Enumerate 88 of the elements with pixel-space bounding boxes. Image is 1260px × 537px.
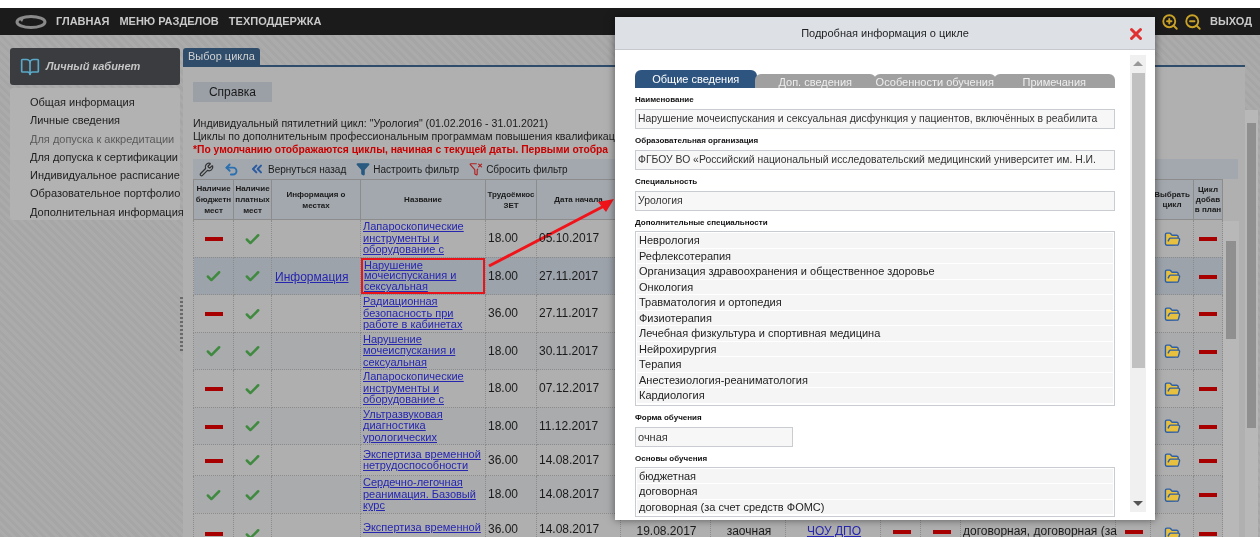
- filter-icon: [356, 162, 371, 176]
- folder-icon[interactable]: [1163, 230, 1181, 248]
- date-text: 14.08.2017: [539, 521, 600, 536]
- folder-icon[interactable]: [1163, 268, 1181, 286]
- filter-reset-icon: [469, 162, 484, 176]
- date-text: 11.12.2017: [539, 418, 599, 433]
- folder-icon[interactable]: [1163, 343, 1181, 361]
- folder-icon[interactable]: [1163, 486, 1181, 504]
- date-text: 30.11.2017: [539, 343, 599, 358]
- warning-text: *По умолчанию отображаются циклы, начиная с текущей даты. Первыми отобра: [193, 143, 609, 156]
- zoom-in-icon[interactable]: [1161, 12, 1179, 31]
- field-label: Наименование: [635, 94, 695, 106]
- hours-text: 18.00: [488, 418, 519, 433]
- list-item[interactable]: Неврология: [637, 233, 1113, 249]
- list-item[interactable]: Терапия: [637, 357, 1113, 373]
- sidebar-item[interactable]: Личные сведения: [30, 111, 180, 130]
- field-label: Образовательная организация: [635, 135, 760, 147]
- date-text: 14.08.2017: [539, 453, 600, 468]
- list-item[interactable]: Организация здравоохранения и общественное здоровье: [637, 264, 1113, 280]
- undo-icon[interactable]: [224, 161, 239, 177]
- column-header: Наличие платных мест: [233, 179, 272, 220]
- nav-link[interactable]: ГЛАВНАЯ: [56, 13, 110, 30]
- tab[interactable]: Выбор цикла: [183, 48, 260, 65]
- date-text: 07.12.2017: [539, 381, 600, 396]
- hours-text: 18.00: [488, 343, 519, 358]
- text-field[interactable]: Урология: [635, 191, 1115, 211]
- tab[interactable]: Общие сведения: [635, 70, 757, 88]
- scrollbar[interactable]: [1223, 221, 1239, 537]
- scrollbar[interactable]: [1245, 110, 1258, 537]
- date-text: 14.08.2017: [539, 487, 600, 502]
- folder-icon[interactable]: [1163, 305, 1181, 323]
- date-text: 27.11.2017: [539, 306, 599, 321]
- list-item[interactable]: договорная: [637, 484, 1113, 500]
- field-label: Специальность: [635, 176, 699, 188]
- sidebar-item[interactable]: Образовательное портфолио: [30, 184, 180, 203]
- scrollbar[interactable]: [1130, 55, 1146, 512]
- list-item[interactable]: бюджетная: [637, 468, 1113, 484]
- table-cell-text: заочная: [726, 523, 772, 537]
- list-item[interactable]: Лечебная физкультура и спортивная медицина: [637, 326, 1113, 342]
- scroll-down-icon[interactable]: [1133, 501, 1143, 506]
- hours-text: 36.00: [488, 521, 519, 536]
- column-header: Название: [360, 179, 486, 220]
- hours-text: 18.00: [488, 231, 519, 246]
- info-text: Циклы по дополнительным профессиональным программам повышения квалификац: [193, 130, 615, 143]
- hours-text: 18.00: [488, 381, 519, 396]
- folder-icon[interactable]: [1163, 418, 1181, 436]
- sidebar-item[interactable]: Общая информация: [30, 93, 180, 112]
- nav-link[interactable]: МЕНЮ РАЗДЕЛОВ: [119, 13, 219, 30]
- toolbar-button[interactable]: Вернуться назад: [249, 161, 347, 177]
- text-field[interactable]: Нарушение мочеиспускания и сексуальная дисфункция у пациентов, включённых в реабилита: [635, 109, 1115, 129]
- sidebar-title: Личный кабинет: [46, 59, 141, 75]
- hours-text: 18.00: [488, 268, 519, 283]
- column-header: Трудоёмкос ЗЕТ: [485, 179, 537, 220]
- sidebar-item[interactable]: Для допуска к сертификации: [30, 147, 180, 167]
- close-icon[interactable]: [1127, 25, 1145, 43]
- hours-text: 36.00: [488, 453, 519, 468]
- table-cell-text: 19.08.2017: [636, 523, 697, 537]
- nav-link[interactable]: ТЕХПОДДЕРЖКА: [228, 13, 322, 30]
- date-text: 27.11.2017: [539, 268, 599, 283]
- logo-icon: [15, 14, 47, 29]
- toolbar-button[interactable]: Настроить фильтр: [356, 161, 460, 177]
- field-label: Дополнительные специальности: [635, 217, 769, 229]
- list-item[interactable]: Травматология и ортопедия: [637, 295, 1113, 311]
- table-cell-text: договорная, договорная (за: [963, 523, 1117, 537]
- book-icon: [20, 56, 40, 77]
- tools-icon[interactable]: [199, 161, 214, 177]
- help-button[interactable]: Справка: [193, 82, 272, 102]
- column-header: Информация о местах: [271, 179, 361, 220]
- zoom-out-icon[interactable]: [1184, 12, 1202, 31]
- toolbar-button[interactable]: Сбросить фильтр: [469, 161, 568, 177]
- hours-text: 18.00: [488, 487, 519, 502]
- splitter-handle[interactable]: [180, 296, 183, 351]
- date-text: 05.10.2017: [539, 231, 600, 246]
- dialog-title: Подробная информация о цикле: [801, 25, 969, 41]
- column-header: Цикл добав в план: [1193, 179, 1223, 220]
- list-item[interactable]: Кардиология: [637, 388, 1113, 404]
- column-header: Наличие бюджетн мест: [193, 179, 234, 220]
- hours-text: 36.00: [488, 306, 519, 321]
- field-label: Форма обучения: [635, 411, 703, 424]
- text-field[interactable]: ФГБОУ ВО «Российский национальный исследовательский медицинский университет им. Н.И.: [635, 150, 1115, 170]
- field-label: Основы обучения: [635, 452, 709, 465]
- folder-icon[interactable]: [1163, 452, 1181, 470]
- text-field[interactable]: очная: [635, 426, 793, 447]
- logout-link[interactable]: ВЫХОД: [1210, 13, 1252, 30]
- info-text: Индивидуальный пятилетний цикл: "Урология" (01.02.2016 - 31.01.2021): [193, 117, 549, 130]
- sidebar-item[interactable]: Индивидуальное расписание: [30, 166, 180, 185]
- scroll-up-icon[interactable]: [1133, 61, 1143, 66]
- folder-icon[interactable]: [1163, 380, 1181, 398]
